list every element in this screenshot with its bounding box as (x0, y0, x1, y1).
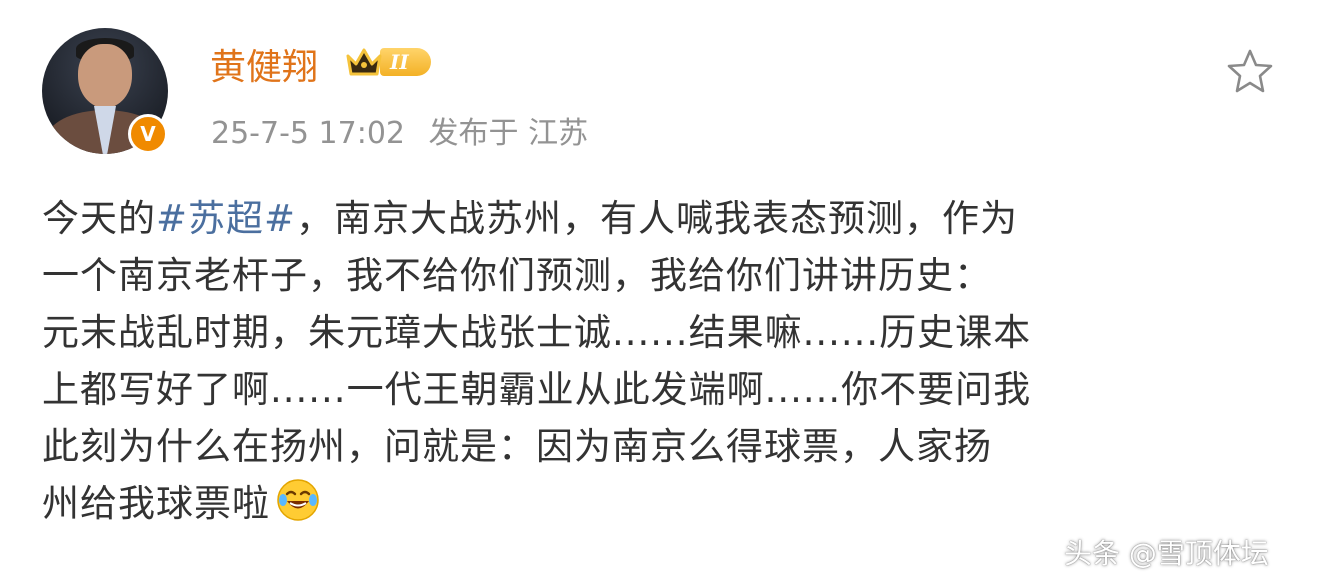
content-line: 州给我球票啦 (42, 475, 1252, 532)
text-segment: 州给我球票啦 (42, 482, 270, 525)
post-content: 今天的#苏超#，南京大战苏州，有人喊我表态预测，作为 一个南京老杆子，我不给你们… (42, 190, 1252, 532)
hashtag-link[interactable]: #苏超# (156, 197, 296, 240)
post-time: 25-7-5 17:02 (211, 116, 405, 151)
content-line: 今天的#苏超#，南京大战苏州，有人喊我表态预测，作为 (42, 190, 1252, 247)
crown-icon (346, 48, 382, 76)
laughing-with-tears-emoji-icon (277, 479, 319, 521)
avatar-face (78, 44, 132, 108)
content-line: 一个南京老杆子，我不给你们预测，我给你们讲讲历史： (42, 254, 992, 297)
text-segment: ，南京大战苏州，有人喊我表态预测，作为 (296, 197, 1019, 240)
watermark-text: 头条 @雪顶体坛 (1064, 537, 1269, 570)
post-meta: 25-7-5 17:02 发布于 江苏 (211, 108, 588, 152)
level-badge[interactable]: II (344, 42, 431, 82)
author-name[interactable]: 黄健翔 (210, 38, 318, 90)
favorite-star-icon[interactable] (1224, 46, 1276, 98)
content-line: 上都写好了啊......一代王朝霸业从此发端啊......你不要问我 (42, 368, 1032, 411)
text-segment: 今天的 (42, 197, 156, 240)
level-label: II (380, 48, 431, 76)
post-location: 发布于 江苏 (428, 116, 589, 151)
content-line: 此刻为什么在扬州，问就是：因为南京么得球票，人家扬 (42, 425, 992, 468)
verified-icon: V (128, 114, 168, 154)
content-line: 元末战乱时期，朱元璋大战张士诚......结果嘛......历史课本 (42, 311, 1032, 354)
